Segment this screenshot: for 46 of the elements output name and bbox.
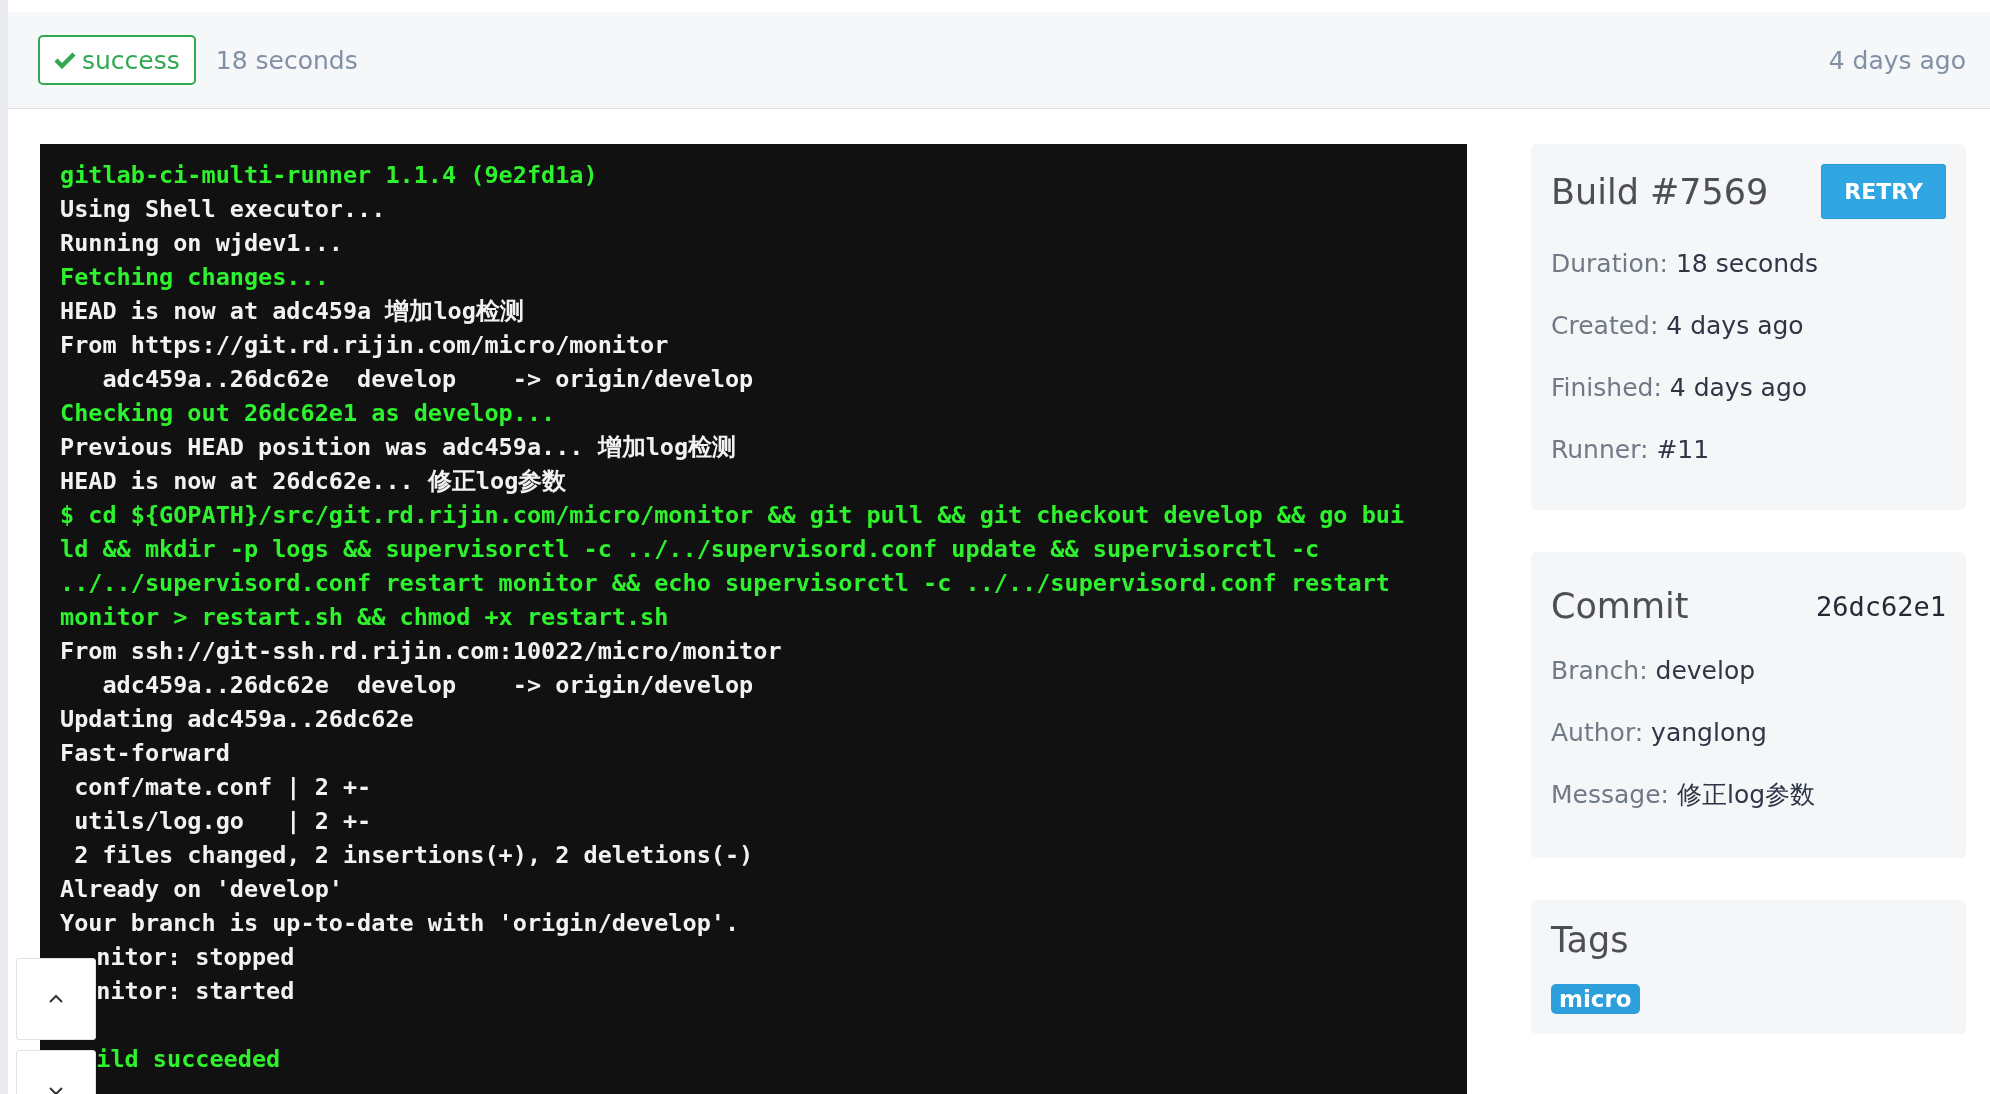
duration-text: 18 seconds bbox=[215, 45, 358, 75]
build-detail: Runner: #11 bbox=[1551, 434, 1711, 466]
build-detail: Duration: 18 seconds bbox=[1551, 248, 1819, 280]
log-line: Fast-forward bbox=[60, 738, 231, 769]
log-line: From ssh://git-ssh.rd.rijin.com:10022/micro/monitor bbox=[60, 636, 783, 667]
log-line: adc459a..26dc62e develop -> origin/develop bbox=[101, 670, 755, 701]
log-line: ild succeeded bbox=[95, 1044, 282, 1075]
log-line: HEAD is now at 26dc62e... 修正log参数 bbox=[60, 466, 568, 497]
log-line: Using Shell executor... bbox=[60, 194, 387, 225]
log-line: Checking out 26dc62e1 as develop... bbox=[60, 398, 557, 429]
log-line: ld && mkdir -p logs && supervisorctl -c ../../supervisord.conf update && supervisorctl -c bbox=[60, 534, 1321, 565]
log-line: Updating adc459a..26dc62e bbox=[60, 704, 415, 735]
build-detail: Finished: 4 days ago bbox=[1551, 372, 1809, 404]
log-line: From https://git.rd.rijin.com/micro/monitor bbox=[60, 330, 670, 361]
chevron-down-icon bbox=[48, 1086, 64, 1094]
commit-detail: Message: 修正log参数 bbox=[1551, 779, 1817, 811]
commit-title: Commit bbox=[1551, 586, 1689, 626]
retry-button[interactable]: RETRY bbox=[1821, 164, 1946, 219]
log-line: nitor: stopped bbox=[95, 942, 296, 973]
log-line: Running on wjdev1... bbox=[60, 228, 344, 259]
log-line: Your branch is up-to-date with 'origin/develop'. bbox=[60, 908, 741, 939]
log-line: adc459a..26dc62e develop -> origin/develop bbox=[101, 364, 755, 395]
commit-detail: Branch: develop bbox=[1551, 655, 1757, 687]
log-line: Fetching changes... bbox=[60, 262, 330, 293]
tags-title: Tags bbox=[1551, 920, 1629, 960]
commit-sha: 26dc62e1 bbox=[1815, 590, 1946, 622]
commit-detail: Author: yanglong bbox=[1551, 717, 1768, 749]
scroll-up-button[interactable] bbox=[16, 958, 96, 1040]
log-line: Previous HEAD position was adc459a... 增加log检测 bbox=[60, 432, 738, 463]
log-line: conf/mate.conf | 2 +- bbox=[73, 772, 373, 803]
log-line: nitor: started bbox=[95, 976, 296, 1007]
log-line: gitlab-ci-multi-runner 1.1.4 (9e2fd1a) bbox=[60, 160, 599, 191]
build-title: Build #7569 bbox=[1551, 171, 1769, 212]
log-line: HEAD is now at adc459a 增加log检测 bbox=[60, 296, 525, 327]
log-line: utils/log.go | 2 +- bbox=[73, 806, 373, 837]
log-line: $ cd ${GOPATH}/src/git.rd.rijin.com/micro/monitor && git pull && git checkout develop && go bui bbox=[60, 500, 1406, 531]
status-label: success bbox=[82, 45, 180, 75]
log-line: monitor > restart.sh && chmod +x restart.sh bbox=[60, 602, 670, 633]
log-line: 2 files changed, 2 insertions(+), 2 deletions(-) bbox=[73, 840, 755, 871]
log-line: ../../supervisord.conf restart monitor && echo supervisorctl -c ../../supervisord.conf restart bbox=[60, 568, 1391, 599]
build-detail: Created: 4 days ago bbox=[1551, 310, 1805, 342]
tag: micro bbox=[1551, 984, 1640, 1014]
time-text: 4 days ago bbox=[1828, 45, 1966, 75]
log-line: Already on 'develop' bbox=[60, 874, 344, 905]
check-icon bbox=[54, 51, 76, 69]
chevron-up-icon bbox=[48, 994, 64, 1004]
